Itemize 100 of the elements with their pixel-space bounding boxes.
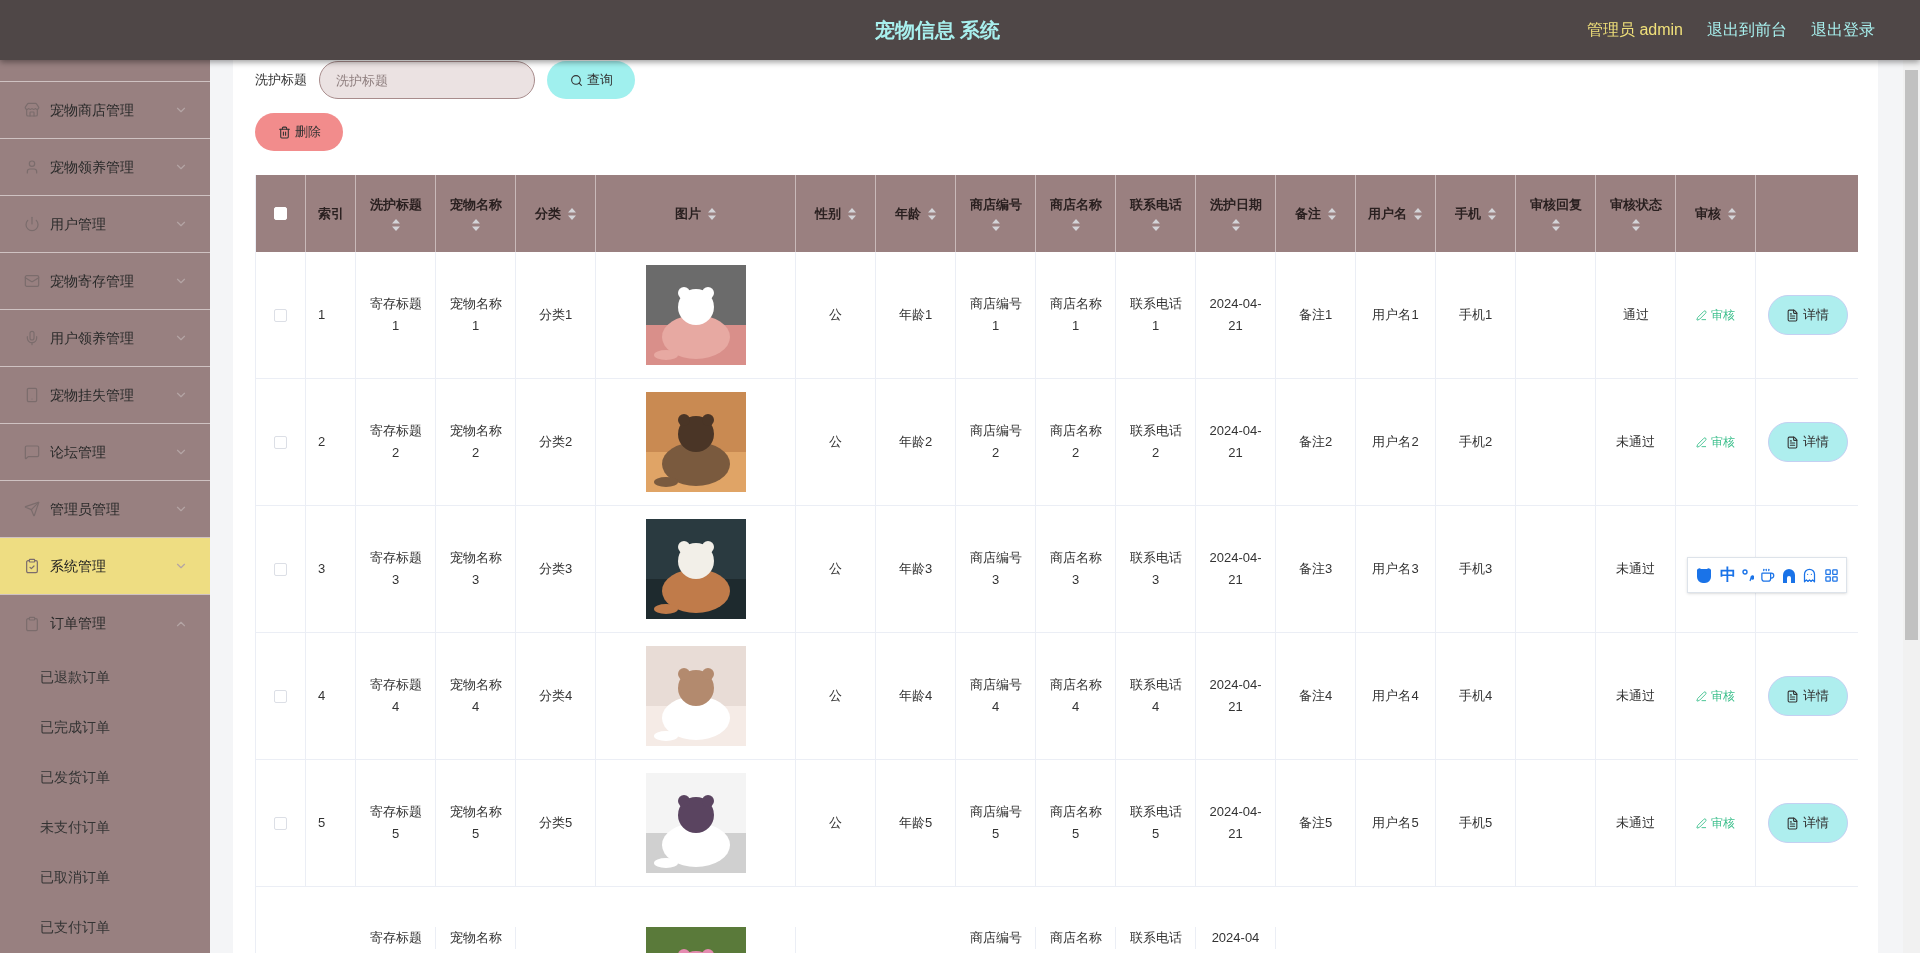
grid-icon[interactable] <box>1823 567 1839 583</box>
table-cell-text: 用户名2 <box>1372 433 1419 452</box>
arch-icon[interactable] <box>1781 567 1796 583</box>
table-cell-text: 年龄4 <box>898 687 933 706</box>
column-header[interactable]: 商店编号 <box>956 175 1036 252</box>
ghost-icon[interactable] <box>1802 567 1818 583</box>
table-cell-text: 联系电话 <box>1128 929 1183 947</box>
table-cell-text: 分类2 <box>538 433 573 452</box>
row-checkbox[interactable] <box>274 435 287 449</box>
audit-link[interactable]: 审核 <box>1696 433 1735 451</box>
cup-icon[interactable] <box>1760 567 1776 583</box>
row-checkbox[interactable] <box>274 308 287 322</box>
phone-icon <box>24 387 40 403</box>
user-icon <box>24 159 40 175</box>
submenu-item[interactable]: 已支付订单 <box>0 902 210 952</box>
table-cell-text: 寄存标题 <box>368 929 423 947</box>
pen-icon <box>1696 309 1707 321</box>
audit-link[interactable]: 审核 <box>1696 814 1735 832</box>
clipboard-check-icon <box>24 558 40 574</box>
table-cell-text: 公 <box>829 560 842 579</box>
column-header[interactable]: 洗护日期 <box>1196 175 1276 252</box>
header-link[interactable]: 退出到前台 <box>1707 18 1787 42</box>
details-button[interactable]: 详情 <box>1767 676 1848 716</box>
search-field[interactable]: 洗护标题 <box>319 61 535 99</box>
header-link[interactable]: 退出登录 <box>1811 18 1875 42</box>
sort-icon[interactable] <box>1486 206 1497 221</box>
submenu-item[interactable]: 已完成订单 <box>0 702 210 752</box>
submenu-item[interactable]: 已退款订单 <box>0 652 210 702</box>
details-button[interactable]: 详情 <box>1767 803 1848 843</box>
table-cell-text: 公 <box>829 306 842 325</box>
sort-icon[interactable] <box>566 206 577 221</box>
table-cell-text: 宠物名称2 <box>448 422 503 462</box>
column-header[interactable]: 宠物名称 <box>436 175 516 252</box>
submenu-item[interactable]: 已取消订单 <box>0 852 210 902</box>
sort-icon[interactable] <box>390 218 401 233</box>
column-header[interactable]: 索引 <box>306 175 356 252</box>
column-header[interactable]: 审核回复 <box>1516 175 1596 252</box>
column-header[interactable]: 审核状态 <box>1596 175 1676 252</box>
table-cell-text: 年龄1 <box>898 306 933 325</box>
sort-icon[interactable] <box>470 218 481 233</box>
details-button[interactable]: 详情 <box>1767 295 1848 335</box>
power-icon <box>24 216 40 232</box>
table-cell-text: 联系电话1 <box>1128 295 1183 335</box>
row-checkbox[interactable] <box>274 562 287 576</box>
sort-icon[interactable] <box>1550 218 1561 233</box>
submenu-item[interactable]: 未支付订单 <box>0 802 210 852</box>
sort-icon[interactable] <box>1726 206 1737 221</box>
column-header[interactable]: 商店名称 <box>1036 175 1116 252</box>
column-header[interactable]: 用户名 <box>1356 175 1436 252</box>
column-header[interactable]: 年龄 <box>876 175 956 252</box>
column-header[interactable]: 手机 <box>1436 175 1516 252</box>
scrollbar[interactable] <box>1903 60 1920 953</box>
input-mode-toggle[interactable]: 中 <box>1719 563 1736 587</box>
sort-icon[interactable] <box>1150 218 1161 233</box>
column-header[interactable]: 洗护标题 <box>356 175 436 252</box>
table-cell-text: 2024-04-21 <box>1208 422 1263 462</box>
column-header[interactable]: 审核 <box>1676 175 1756 252</box>
table-cell-text: 分类3 <box>538 560 573 579</box>
column-header[interactable]: 备注 <box>1276 175 1356 252</box>
sidebar-item[interactable]: 系统管理 <box>0 538 210 595</box>
sort-icon[interactable] <box>706 206 717 221</box>
sort-icon[interactable] <box>1630 218 1641 233</box>
table-cell-text: 年龄3 <box>898 560 933 579</box>
table-cell-text: 商店名称1 <box>1048 295 1103 335</box>
document-icon <box>1786 816 1799 830</box>
sort-icon[interactable] <box>1326 206 1337 221</box>
shop-icon <box>24 102 40 118</box>
table-cell-text: 联系电话4 <box>1128 676 1183 716</box>
row-checkbox[interactable] <box>274 689 287 703</box>
trash-icon <box>277 125 291 139</box>
audit-link[interactable]: 审核 <box>1696 306 1735 324</box>
table-cell-text: 2 <box>318 433 326 452</box>
select-all-checkbox[interactable] <box>274 207 287 220</box>
column-header[interactable]: 联系电话 <box>1116 175 1196 252</box>
table-cell-text: 宠物名称5 <box>448 803 503 843</box>
table-cell-text: 商店编号3 <box>968 549 1023 589</box>
pen-icon <box>1696 817 1707 829</box>
details-button[interactable]: 详情 <box>1767 422 1848 462</box>
table-cell-text: 商店名称4 <box>1048 676 1103 716</box>
sort-icon[interactable] <box>846 206 857 221</box>
table-cell-text: 商店名称3 <box>1048 549 1103 589</box>
search-button[interactable]: 查询 <box>547 61 635 99</box>
sort-icon[interactable] <box>1230 218 1241 233</box>
column-header[interactable]: 图片 <box>596 175 796 252</box>
table-cell-text: 联系电话3 <box>1128 549 1183 589</box>
sort-icon[interactable] <box>990 218 1001 233</box>
punctuation-icon[interactable] <box>1742 568 1755 582</box>
table-cell-text: 商店编号 <box>968 929 1023 947</box>
column-header[interactable]: 分类 <box>516 175 596 252</box>
table-cell-text: 年龄2 <box>898 433 933 452</box>
sort-icon[interactable] <box>926 206 937 221</box>
sort-icon[interactable] <box>1413 206 1423 221</box>
row-checkbox[interactable] <box>274 816 287 830</box>
column-header[interactable]: 性别 <box>796 175 876 252</box>
sort-icon[interactable] <box>1070 218 1081 233</box>
delete-button[interactable]: 删除 <box>255 113 343 151</box>
submenu-item[interactable]: 已发货订单 <box>0 752 210 802</box>
audit-link[interactable]: 审核 <box>1696 687 1735 705</box>
table-cell-text: 分类1 <box>538 306 573 325</box>
sidebar-item[interactable]: 订单管理 <box>0 595 210 652</box>
